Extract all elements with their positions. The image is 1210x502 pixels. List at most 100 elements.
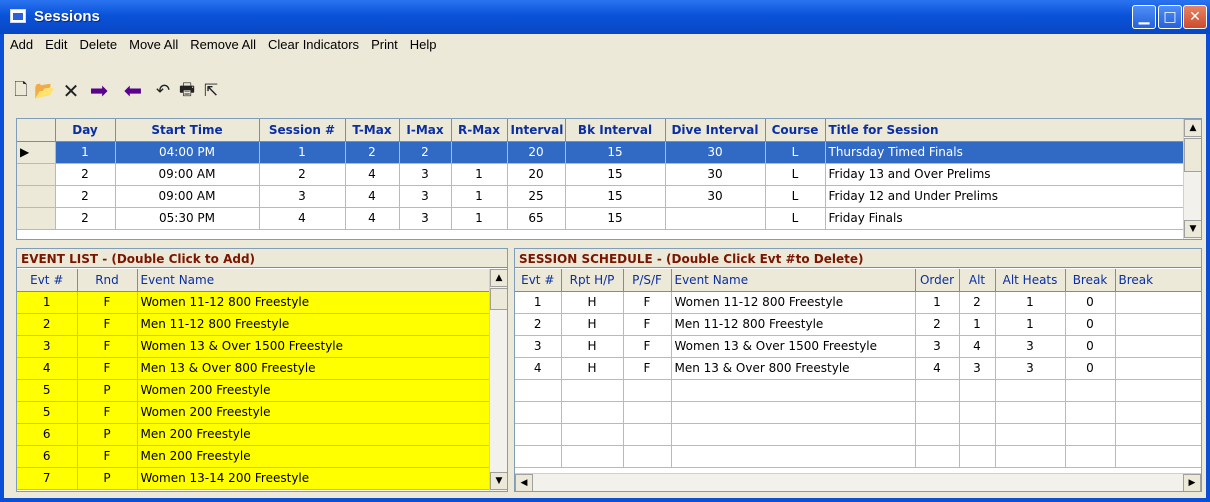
cell-evt[interactable]: 6 (17, 423, 78, 446)
cell-evt[interactable]: 4 (17, 357, 78, 380)
close-button[interactable]: ✕ (1183, 5, 1207, 29)
list-item[interactable]: 5 F Women 200 Freestyle (17, 401, 490, 424)
scroll-up-icon[interactable]: ▲ (1184, 119, 1201, 137)
cell-title[interactable]: Friday Finals (825, 207, 1184, 230)
cell-event-name[interactable]: Women 13 & Over 1500 Freestyle (137, 335, 490, 358)
list-item[interactable]: 5 P Women 200 Freestyle (17, 379, 490, 402)
col-event-name[interactable]: Event Name (671, 269, 916, 292)
cell-psf[interactable]: F (623, 357, 672, 380)
cell-event-name[interactable]: Women 11-12 800 Freestyle (671, 291, 916, 314)
cell-alt[interactable]: 1 (959, 313, 996, 336)
sessions-vertical-scrollbar[interactable]: ▲ ▼ (1183, 119, 1201, 239)
list-item[interactable]: 4 F Men 13 & Over 800 Freestyle (17, 357, 490, 380)
cell-break-2[interactable] (1115, 357, 1201, 380)
cell-break-2[interactable] (1115, 291, 1201, 314)
col-alt[interactable]: Alt (959, 269, 996, 292)
cell-event-name[interactable]: Women 200 Freestyle (137, 379, 490, 402)
row-selector[interactable] (17, 163, 56, 186)
scroll-up-icon[interactable]: ▲ (490, 269, 507, 287)
cell-rnd[interactable]: F (77, 357, 138, 380)
cell-break-2[interactable] (1115, 313, 1201, 336)
col-i-max[interactable]: I-Max (399, 119, 452, 142)
cell-alt[interactable]: 2 (959, 291, 996, 314)
cell-day[interactable]: 1 (55, 141, 116, 164)
col-rnd[interactable]: Rnd (77, 269, 138, 292)
cell-day[interactable]: 2 (55, 207, 116, 230)
cell-event-name[interactable]: Men 11-12 800 Freestyle (137, 313, 490, 336)
cell-rnd[interactable]: F (77, 401, 138, 424)
cell-title[interactable]: Friday 12 and Under Prelims (825, 185, 1184, 208)
event-list-vertical-scrollbar[interactable]: ▲ ▼ (489, 269, 507, 491)
cell-dive-interval[interactable] (665, 207, 766, 230)
cell-rpt[interactable]: H (561, 291, 624, 314)
cell-interval[interactable]: 65 (507, 207, 566, 230)
cell-evt[interactable]: 1 (515, 291, 562, 314)
cell-rnd[interactable]: P (77, 379, 138, 402)
cell-i-max[interactable]: 3 (399, 185, 452, 208)
cell-event-name[interactable]: Men 200 Freestyle (137, 423, 490, 446)
cell-evt[interactable]: 2 (17, 313, 78, 336)
cell-session-number[interactable]: 1 (259, 141, 346, 164)
cell-rnd[interactable]: P (77, 423, 138, 446)
col-break[interactable]: Break (1065, 269, 1116, 292)
cell-order[interactable]: 4 (915, 357, 960, 380)
delete-x-icon[interactable]: ✕ (60, 79, 82, 103)
cell-break-2[interactable] (1115, 335, 1201, 358)
col-alt-heats[interactable]: Alt Heats (995, 269, 1066, 292)
cell-r-max[interactable]: 1 (451, 185, 508, 208)
cell-start-time[interactable]: 04:00 PM (115, 141, 260, 164)
print-icon[interactable]: 🖶 (176, 80, 198, 102)
cell-alt-heats[interactable]: 1 (995, 313, 1066, 336)
session-row[interactable]: 2 05:30 PM 4 4 3 1 65 15 L Friday Finals (17, 207, 1184, 230)
cell-r-max[interactable]: 1 (451, 163, 508, 186)
minimize-button[interactable]: ▁ (1132, 5, 1156, 29)
move-left-arrow-icon[interactable]: ⬅ (118, 79, 148, 104)
cell-psf[interactable]: F (623, 313, 672, 336)
cell-rnd[interactable]: F (77, 291, 138, 314)
cell-start-time[interactable]: 09:00 AM (115, 163, 260, 186)
cell-rnd[interactable]: F (77, 445, 138, 468)
col-rpt-hp[interactable]: Rpt H/P (561, 269, 624, 292)
cell-break[interactable]: 0 (1065, 357, 1116, 380)
menu-help[interactable]: Help (404, 34, 443, 54)
scroll-left-icon[interactable]: ◀ (515, 474, 533, 491)
session-row[interactable]: 2 09:00 AM 3 4 3 1 25 15 30 L Friday 12 … (17, 185, 1184, 208)
scroll-down-icon[interactable]: ▼ (490, 472, 507, 490)
cell-rnd[interactable]: F (77, 335, 138, 358)
cell-i-max[interactable]: 3 (399, 207, 452, 230)
sessions-grid[interactable]: Day Start Time Session # T-Max I-Max R-M… (16, 118, 1202, 240)
cell-rnd[interactable]: F (77, 313, 138, 336)
cell-evt[interactable]: 5 (17, 379, 78, 402)
undo-icon[interactable]: ↶ (152, 80, 174, 102)
cell-rpt[interactable]: H (561, 335, 624, 358)
menu-edit[interactable]: Edit (39, 34, 73, 54)
table-row[interactable]: 4 H F Men 13 & Over 800 Freestyle 4 3 3 0 (515, 357, 1201, 380)
col-start-time[interactable]: Start Time (115, 119, 260, 142)
cell-t-max[interactable]: 4 (345, 163, 400, 186)
col-dive-interval[interactable]: Dive Interval (665, 119, 766, 142)
schedule-horizontal-scrollbar[interactable]: ◀ ▶ (515, 473, 1201, 491)
cell-interval[interactable]: 25 (507, 185, 566, 208)
row-selector[interactable] (17, 207, 56, 230)
col-psf[interactable]: P/S/F (623, 269, 672, 292)
cell-course[interactable]: L (765, 163, 826, 186)
cell-title[interactable]: Friday 13 and Over Prelims (825, 163, 1184, 186)
session-row[interactable]: 2 09:00 AM 2 4 3 1 20 15 30 L Friday 13 … (17, 163, 1184, 186)
list-item[interactable]: 6 F Men 200 Freestyle (17, 445, 490, 468)
cell-rpt[interactable]: H (561, 313, 624, 336)
cell-dive-interval[interactable]: 30 (665, 163, 766, 186)
scroll-thumb[interactable] (1184, 138, 1201, 172)
cell-interval[interactable]: 20 (507, 141, 566, 164)
cell-event-name[interactable]: Men 13 & Over 800 Freestyle (671, 357, 916, 380)
col-session-number[interactable]: Session # (259, 119, 346, 142)
cell-evt[interactable]: 2 (515, 313, 562, 336)
maximize-button[interactable]: □ (1158, 5, 1182, 29)
col-evt-number[interactable]: Evt # (515, 269, 562, 292)
cell-event-name[interactable]: Women 13-14 200 Freestyle (137, 467, 490, 490)
menu-remove-all[interactable]: Remove All (184, 34, 262, 54)
cell-interval[interactable]: 20 (507, 163, 566, 186)
cell-evt[interactable]: 3 (515, 335, 562, 358)
cell-bk-interval[interactable]: 15 (565, 141, 666, 164)
cell-order[interactable]: 3 (915, 335, 960, 358)
session-row[interactable]: ▶ 1 04:00 PM 1 2 2 20 15 30 L Thursday T… (17, 141, 1184, 164)
